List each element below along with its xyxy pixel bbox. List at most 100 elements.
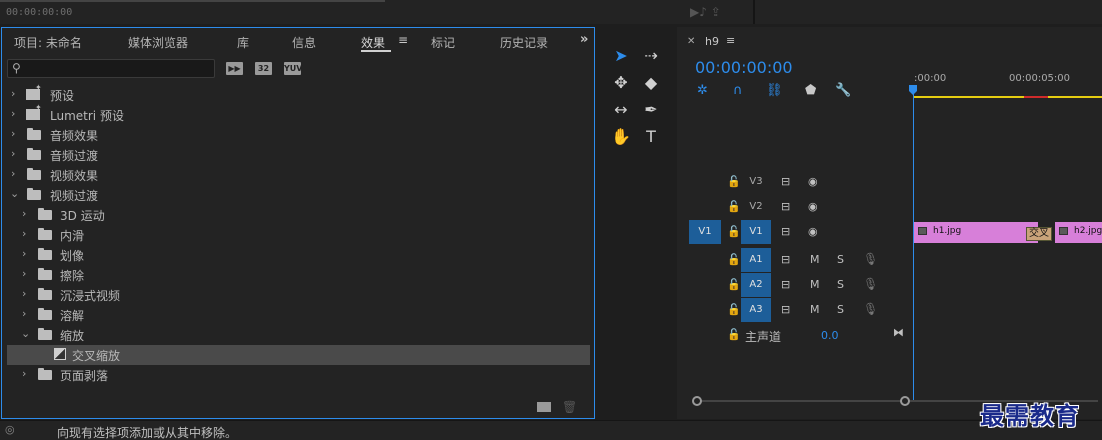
go-to-end-icon[interactable]: ⧓ (893, 326, 904, 339)
sync-lock-icon[interactable]: ⊟ (781, 225, 790, 238)
eye-icon[interactable]: ◉ (808, 200, 818, 213)
track-target[interactable]: V2 (741, 195, 771, 219)
track-area[interactable] (914, 248, 1102, 272)
linked-selection-icon[interactable]: ⛓ (766, 83, 783, 98)
lock-icon[interactable]: 🔓 (727, 303, 741, 316)
lock-icon[interactable]: 🔓 (727, 328, 741, 341)
lock-icon[interactable]: 🔓 (727, 278, 741, 291)
lock-icon[interactable]: 🔓 (727, 175, 741, 188)
chevron-right-icon[interactable]: › (22, 367, 26, 380)
mute-button[interactable]: M (810, 253, 820, 266)
chevron-right-icon[interactable]: › (11, 107, 15, 120)
microphone-icon[interactable]: 🎙 (863, 277, 878, 291)
eye-icon[interactable]: ◉ (808, 175, 818, 188)
tree-item-wipe[interactable]: › 擦除 (2, 265, 590, 285)
close-icon[interactable]: ✕ (687, 36, 695, 47)
chevron-right-icon[interactable]: › (22, 307, 26, 320)
tab-markers[interactable]: 标记 (431, 34, 455, 51)
tab-project[interactable]: 项目: 未命名 (14, 34, 82, 51)
source-patch-v1[interactable]: V1 (689, 220, 721, 244)
source-timecode[interactable]: 00:00:00:00 (6, 7, 72, 18)
chevron-right-icon[interactable]: › (22, 207, 26, 220)
track-select-tool-icon[interactable]: ⇢ (639, 45, 663, 67)
lock-icon[interactable]: 🔓 (727, 253, 741, 266)
chevron-right-icon[interactable]: › (22, 247, 26, 260)
lock-icon[interactable]: 🔓 (727, 225, 741, 238)
mute-button[interactable]: M (810, 303, 820, 316)
hand-tool-icon[interactable]: ✋ (609, 126, 633, 148)
ripple-edit-tool-icon[interactable]: ✥ (609, 72, 633, 94)
tree-item-lumetri-presets[interactable]: › Lumetri 预设 (2, 103, 590, 125)
solo-button[interactable]: S (837, 253, 844, 266)
track-area[interactable] (914, 298, 1102, 322)
tree-item-video-transitions[interactable]: ⌄ 视频过渡 (2, 185, 590, 205)
solo-button[interactable]: S (837, 303, 844, 316)
panel-menu-icon[interactable]: ≡ (726, 34, 735, 47)
track-target[interactable]: A3 (741, 298, 771, 322)
sync-lock-icon[interactable]: ⊟ (781, 200, 790, 213)
sync-lock-icon[interactable]: ⊟ (781, 278, 790, 291)
chevron-right-icon[interactable]: › (11, 87, 15, 100)
tree-item-audio-transitions[interactable]: › 音频过渡 (2, 145, 590, 165)
playhead-line[interactable] (913, 85, 914, 400)
master-volume-value[interactable]: 0.0 (821, 329, 839, 342)
track-target[interactable]: A1 (741, 248, 771, 272)
chevron-down-icon[interactable]: ⌄ (21, 327, 30, 340)
type-tool-icon[interactable]: T (639, 126, 663, 148)
microphone-icon[interactable]: 🎙 (863, 302, 878, 316)
tree-item-slide[interactable]: › 内滑 (2, 225, 590, 245)
tab-media-browser[interactable]: 媒体浏览器 (128, 34, 188, 51)
chevron-right-icon[interactable]: › (11, 127, 15, 140)
tab-info[interactable]: 信息 (292, 34, 316, 51)
solo-button[interactable]: S (837, 278, 844, 291)
sync-lock-icon[interactable]: ⊟ (781, 303, 790, 316)
tree-item-cross-zoom[interactable]: 交叉缩放 (7, 345, 590, 365)
sync-lock-icon[interactable]: ⊟ (781, 175, 790, 188)
tree-item-audio-effects[interactable]: › 音频效果 (2, 125, 590, 145)
tree-item-3d-motion[interactable]: › 3D 运动 (2, 205, 590, 225)
lock-icon[interactable]: 🔓 (727, 200, 741, 213)
pen-tool-icon[interactable]: ✒ (639, 99, 663, 121)
wrench-icon[interactable]: 🔧 (835, 83, 851, 98)
scrollbar-right-handle[interactable] (900, 396, 910, 406)
tree-item-dissolve[interactable]: › 溶解 (2, 305, 590, 325)
tree-item-presets[interactable]: › 预设 (2, 83, 590, 105)
mute-button[interactable]: M (810, 278, 820, 291)
yuv-effects-filter-icon[interactable]: YUV (284, 62, 302, 75)
cross-zoom-transition[interactable]: 交叉 (1026, 227, 1052, 241)
tree-item-zoom[interactable]: ⌄ 缩放 (2, 325, 590, 345)
track-target[interactable]: V3 (741, 170, 771, 194)
track-target[interactable]: A2 (741, 273, 771, 297)
trash-icon[interactable]: 🗑 (562, 400, 577, 414)
export-frame-icon[interactable]: ▶♪ ⇪ (690, 5, 721, 19)
razor-tool-icon[interactable]: ◆ (639, 72, 663, 94)
panel-menu-icon[interactable]: ≡ (398, 33, 408, 47)
chevron-right-icon[interactable]: › (22, 267, 26, 280)
tab-history[interactable]: 历史记录 (500, 34, 548, 51)
32bit-effects-filter-icon[interactable]: 32 (255, 62, 272, 75)
effects-search-input[interactable]: ⚲ (7, 59, 215, 78)
sequence-tab[interactable]: h9 (705, 35, 719, 48)
clip-h2[interactable]: h2.jpg (1055, 222, 1102, 243)
tab-effects[interactable]: 效果 (361, 34, 385, 51)
chevron-right-icon[interactable]: › (11, 147, 15, 160)
add-marker-icon[interactable]: ⬟ (805, 83, 816, 98)
track-area[interactable]: h1.jpg h2.jpg (914, 220, 1102, 244)
sync-lock-icon[interactable]: ⊟ (781, 253, 790, 266)
chevron-right-icon[interactable]: › (11, 167, 15, 180)
chevron-down-icon[interactable]: ⌄ (10, 187, 19, 200)
nest-icon[interactable]: ✲ (697, 83, 708, 98)
tree-item-video-effects[interactable]: › 视频效果 (2, 165, 590, 185)
tree-item-page-peel[interactable]: › 页面剥落 (2, 365, 590, 385)
track-area[interactable] (914, 170, 1102, 194)
new-bin-icon[interactable] (537, 402, 551, 412)
accelerated-effects-filter-icon[interactable]: ▶▶ (226, 62, 243, 75)
selection-tool-icon[interactable]: ➤ (609, 45, 633, 67)
tree-item-iris[interactable]: › 划像 (2, 245, 590, 265)
chevron-right-icon[interactable]: › (22, 227, 26, 240)
clip-h1[interactable]: h1.jpg (914, 222, 1038, 243)
track-area[interactable] (914, 195, 1102, 219)
playhead-timecode[interactable]: 00:00:00:00 (695, 58, 793, 77)
track-area[interactable] (914, 273, 1102, 297)
microphone-icon[interactable]: 🎙 (863, 252, 878, 266)
